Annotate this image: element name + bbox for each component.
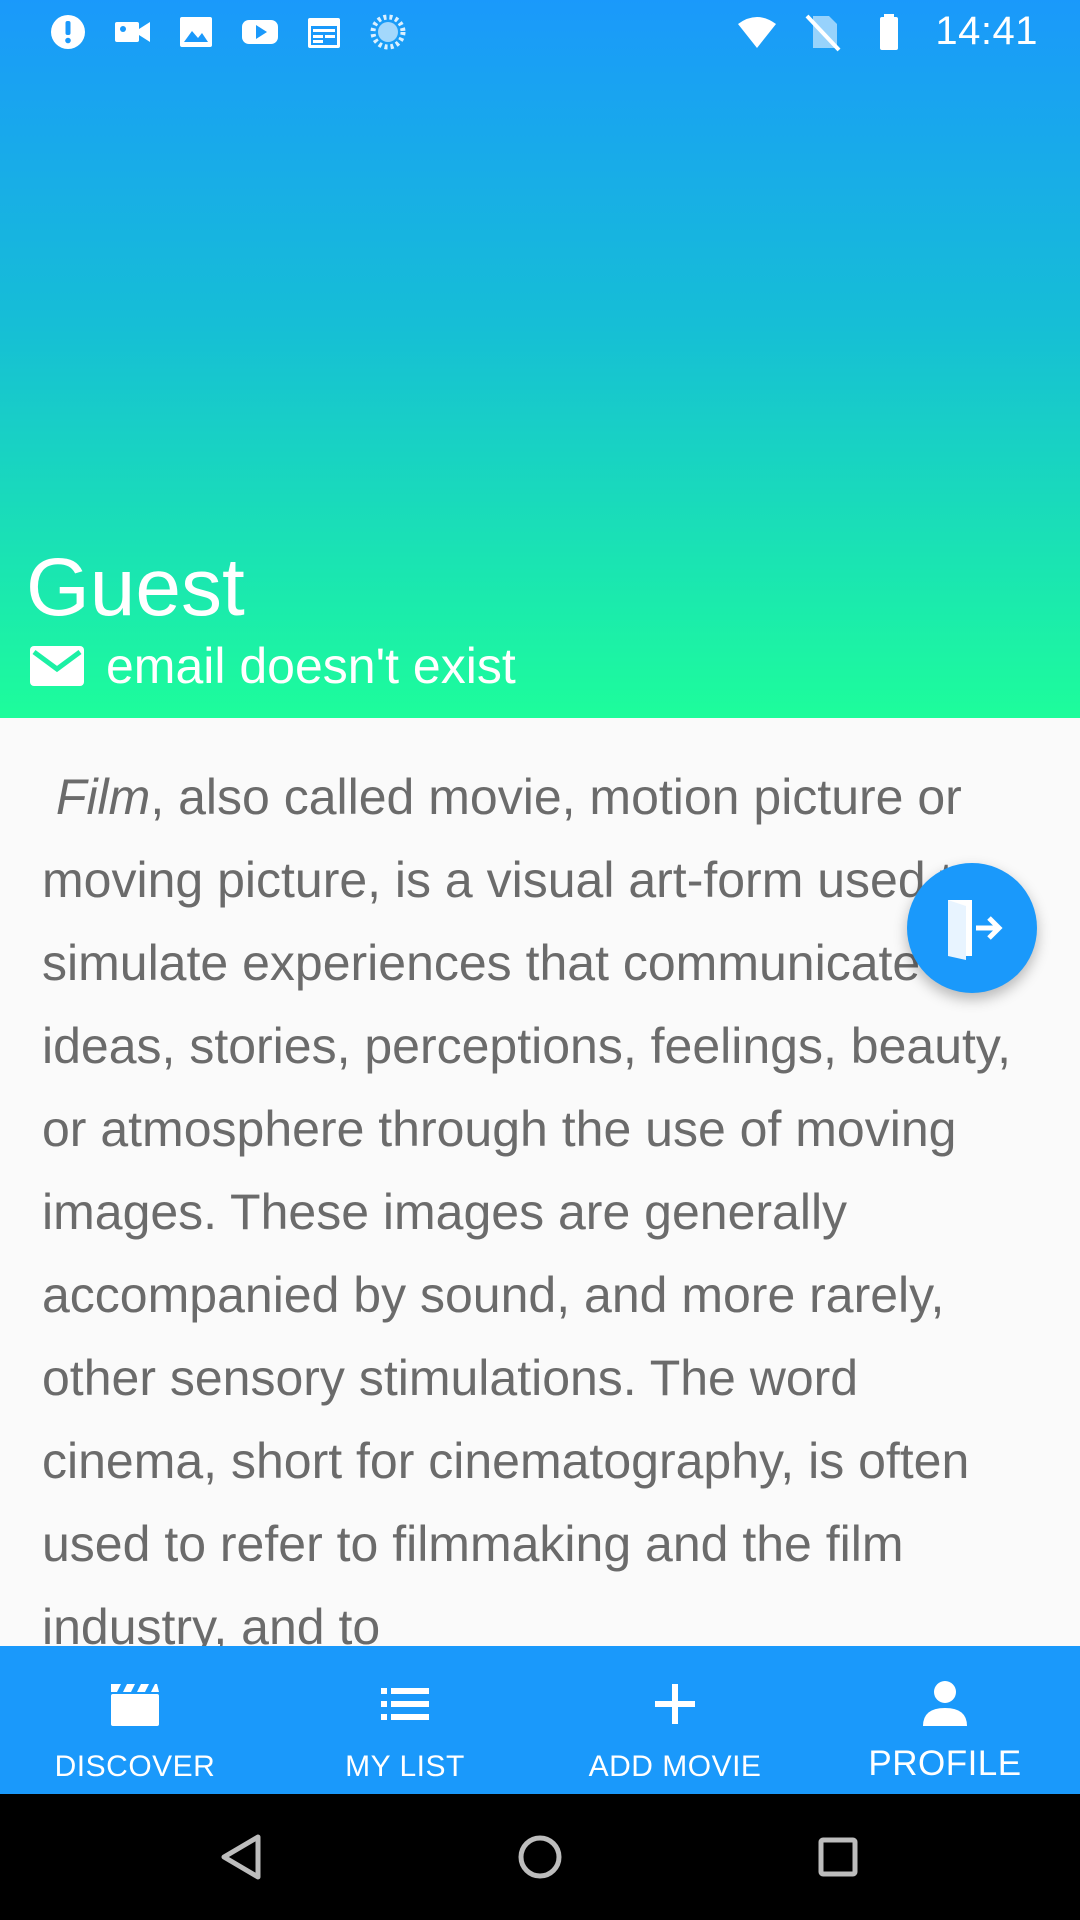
nav-discover-label: DISCOVER	[54, 1750, 216, 1783]
status-bar: 14:41	[0, 0, 1080, 63]
profile-header: 14:41 Guest email doesn't exist	[0, 0, 1080, 718]
bottom-navigation: DISCOVER MY LIST ADD MOVIE PROFILE	[0, 1646, 1080, 1794]
logout-button[interactable]	[907, 863, 1037, 993]
person-icon	[923, 1681, 967, 1726]
system-navigation-bar	[0, 1794, 1080, 1920]
back-button[interactable]	[212, 1827, 272, 1887]
youtube-icon	[240, 12, 280, 52]
calendar-icon	[304, 12, 344, 52]
back-triangle-icon	[221, 1834, 261, 1880]
nav-my-list-label: MY LIST	[345, 1750, 465, 1783]
list-icon	[381, 1688, 429, 1720]
nav-add-movie[interactable]: ADD MOVIE	[540, 1646, 810, 1794]
mail-icon	[28, 642, 86, 690]
clapperboard-icon	[111, 1684, 159, 1726]
nav-profile-label: PROFILE	[868, 1744, 1022, 1783]
nav-add-movie-label: ADD MOVIE	[588, 1750, 762, 1783]
home-circle-icon	[518, 1835, 562, 1879]
description-body: , also called movie, motion picture or m…	[42, 769, 1012, 1646]
alert-icon	[48, 12, 88, 52]
email-row: email doesn't exist	[28, 636, 516, 696]
home-button[interactable]	[510, 1827, 570, 1887]
logout-icon	[948, 900, 1003, 960]
video-camera-icon	[112, 12, 152, 52]
description-scroll[interactable]: Film, also called movie, motion picture …	[0, 718, 1080, 1646]
nav-profile[interactable]: PROFILE	[810, 1646, 1080, 1794]
no-sim-icon	[803, 12, 843, 52]
nav-my-list[interactable]: MY LIST	[270, 1646, 540, 1794]
film-description: Film, also called movie, motion picture …	[42, 756, 1022, 1646]
status-time: 14:41	[935, 9, 1038, 53]
plus-icon	[655, 1684, 695, 1724]
nav-discover[interactable]: DISCOVER	[0, 1646, 270, 1794]
recents-square-icon	[818, 1837, 858, 1877]
recents-button[interactable]	[808, 1827, 868, 1887]
profile-email: email doesn't exist	[106, 638, 516, 694]
loading-icon	[368, 12, 408, 52]
profile-name: Guest	[26, 542, 245, 633]
wifi-icon	[737, 12, 777, 52]
description-lead: Film	[55, 769, 151, 825]
image-icon	[176, 12, 216, 52]
battery-icon	[869, 12, 909, 52]
